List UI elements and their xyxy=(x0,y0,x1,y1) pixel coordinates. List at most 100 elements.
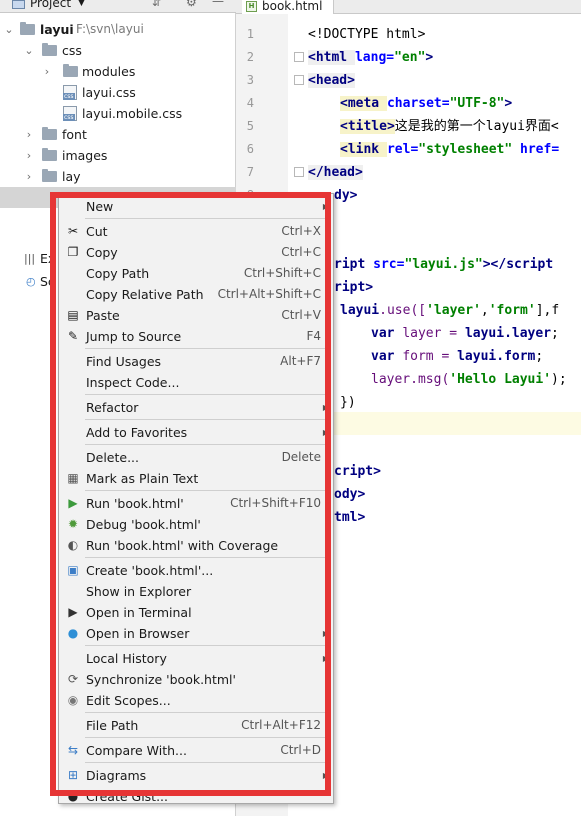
tree-row-root[interactable]: ⌄ layui F:\svn\layui xyxy=(0,19,236,40)
menu-item-jump-to-source[interactable]: ✎ Jump to Source F4 xyxy=(59,326,333,347)
code-text: "en" xyxy=(394,50,426,65)
chevron-right-icon[interactable]: › xyxy=(24,145,34,166)
code-text: lang= xyxy=(354,50,395,65)
menu-item-label: Refactor xyxy=(86,400,139,415)
tree-row-layui-mobile-css[interactable]: css layui.mobile.css xyxy=(0,103,236,124)
code-text: layui.layer xyxy=(464,326,552,341)
code-line: var form = layui.form; xyxy=(371,345,543,368)
code-text: form = xyxy=(402,349,458,364)
tree-item-label: lay xyxy=(62,169,81,184)
code-text: ody> xyxy=(334,487,366,502)
tree-item-label: css xyxy=(62,43,82,58)
tree-row-lay[interactable]: › lay xyxy=(0,166,236,187)
tree-row-font[interactable]: › font xyxy=(0,124,236,145)
collapse-icon[interactable]: ⇵ xyxy=(152,0,161,8)
menu-item-paste[interactable]: ▤ Paste Ctrl+V xyxy=(59,305,333,326)
menu-item-label: Compare With... xyxy=(86,743,187,758)
menu-item-copy-relative-path[interactable]: Copy Relative Path Ctrl+Alt+Shift+C xyxy=(59,284,333,305)
menu-item-refactor[interactable]: Refactor ▶ xyxy=(59,397,333,418)
chevron-right-icon[interactable]: › xyxy=(24,166,34,187)
menu-item-create-config[interactable]: ▣ Create 'book.html'... xyxy=(59,560,333,581)
menu-item-run[interactable]: ▶ Run 'book.html' Ctrl+Shift+F10 xyxy=(59,493,333,514)
code-text: <html xyxy=(308,50,355,65)
menu-item-label: Jump to Source xyxy=(86,329,182,344)
menu-item-synchronize[interactable]: ⟳ Synchronize 'book.html' xyxy=(59,669,333,690)
menu-item-run-with-coverage[interactable]: ◐ Run 'book.html' with Coverage xyxy=(59,535,333,556)
menu-item-edit-scopes[interactable]: ◉ Edit Scopes... xyxy=(59,690,333,711)
code-text: ; xyxy=(551,326,559,341)
project-panel-header: Project ▼ ⇵ ⚙ — xyxy=(0,0,236,13)
menu-item-new[interactable]: New ▶ xyxy=(59,196,333,217)
tree-row-css[interactable]: ⌄ css xyxy=(0,40,236,61)
code-text: > xyxy=(425,50,434,65)
project-panel-title[interactable]: Project xyxy=(30,0,71,9)
tree-row-layui-css[interactable]: css layui.css xyxy=(0,82,236,103)
tree-row-modules[interactable]: › modules xyxy=(0,61,236,82)
code-line: tml> xyxy=(334,506,365,529)
menu-item-debug[interactable]: ✹ Debug 'book.html' xyxy=(59,514,333,535)
code-text: ript xyxy=(334,257,374,272)
menu-item-local-history[interactable]: Local History ▶ xyxy=(59,648,333,669)
chevron-down-icon[interactable]: ⌄ xyxy=(24,40,34,61)
menu-item-label: Paste xyxy=(86,308,120,323)
menu-separator xyxy=(85,490,329,491)
line-number: 1 xyxy=(246,27,254,41)
line-number: 5 xyxy=(246,119,254,133)
menu-item-add-to-favorites[interactable]: Add to Favorites ▶ xyxy=(59,422,333,443)
menu-separator xyxy=(85,348,329,349)
menu-item-copy-path[interactable]: Copy Path Ctrl+Shift+C xyxy=(59,263,333,284)
menu-item-create-gist[interactable]: ● Create Gist... xyxy=(59,786,333,807)
code-line: ody> xyxy=(334,483,365,506)
tree-row-images[interactable]: › images xyxy=(0,145,236,166)
gear-icon[interactable]: ⚙ xyxy=(186,0,197,8)
code-text: "layui.js" xyxy=(404,257,483,272)
menu-item-open-in-terminal[interactable]: ▶ Open in Terminal xyxy=(59,602,333,623)
fold-marker-icon[interactable] xyxy=(294,75,304,85)
code-text: href= xyxy=(512,142,560,157)
css-file-icon: css xyxy=(63,85,77,100)
editor-tab-book-html[interactable]: H book.html xyxy=(242,0,334,14)
code-line: layer.msg('Hello Layui'); xyxy=(371,368,567,391)
minimize-icon[interactable]: — xyxy=(212,0,224,7)
chevron-right-icon[interactable]: › xyxy=(42,61,52,82)
chevron-down-icon[interactable]: ⌄ xyxy=(4,19,14,40)
menu-item-cut[interactable]: ✂ Cut Ctrl+X xyxy=(59,221,333,242)
submenu-arrow-icon: ▶ xyxy=(322,403,329,412)
menu-item-label: Copy Relative Path xyxy=(86,287,204,302)
code-line: cript> xyxy=(334,460,381,483)
menu-item-show-in-explorer[interactable]: Show in Explorer xyxy=(59,581,333,602)
menu-item-label: Open in Browser xyxy=(86,626,190,641)
menu-item-delete[interactable]: Delete... Delete xyxy=(59,447,333,468)
menu-item-label: Delete... xyxy=(86,450,139,465)
menu-item-label: File Path xyxy=(86,718,139,733)
code-text: layui.form xyxy=(457,349,536,364)
menu-item-compare-with[interactable]: ⇆ Compare With... Ctrl+D xyxy=(59,740,333,761)
menu-separator xyxy=(85,444,329,445)
project-icon xyxy=(12,0,25,9)
code-text: src= xyxy=(373,257,405,272)
menu-item-shortcut: Ctrl+X xyxy=(281,224,321,238)
submenu-arrow-icon: ▶ xyxy=(322,771,329,780)
line-number: 3 xyxy=(246,73,254,87)
code-text: rel= xyxy=(386,142,419,157)
menu-item-open-in-browser[interactable]: ● Open in Browser ▶ xyxy=(59,623,333,644)
menu-item-inspect-code[interactable]: Inspect Code... xyxy=(59,372,333,393)
code-text: layui xyxy=(340,303,380,318)
code-text: ; xyxy=(535,349,544,364)
menu-item-copy[interactable]: ❐ Copy Ctrl+C xyxy=(59,242,333,263)
menu-item-shortcut: F4 xyxy=(306,329,321,343)
menu-item-diagrams[interactable]: ⊞ Diagrams ▶ xyxy=(59,765,333,786)
code-text: tml> xyxy=(334,510,366,525)
code-line: <head> xyxy=(308,69,355,92)
chevron-down-icon[interactable]: ▼ xyxy=(78,0,85,9)
menu-item-mark-as-plain-text[interactable]: ▦ Mark as Plain Text xyxy=(59,468,333,489)
fold-marker-icon[interactable] xyxy=(294,167,304,177)
tree-root-path: F:\svn\layui xyxy=(76,22,144,36)
menu-item-file-path[interactable]: File Path Ctrl+Alt+F12 xyxy=(59,715,333,736)
tree-item-label: images xyxy=(62,148,108,163)
menu-item-shortcut: Ctrl+Shift+C xyxy=(243,266,321,280)
menu-item-find-usages[interactable]: Find Usages Alt+F7 xyxy=(59,351,333,372)
chevron-right-icon[interactable]: › xyxy=(24,124,34,145)
fold-marker-icon[interactable] xyxy=(294,52,304,62)
folder-icon xyxy=(42,43,57,56)
